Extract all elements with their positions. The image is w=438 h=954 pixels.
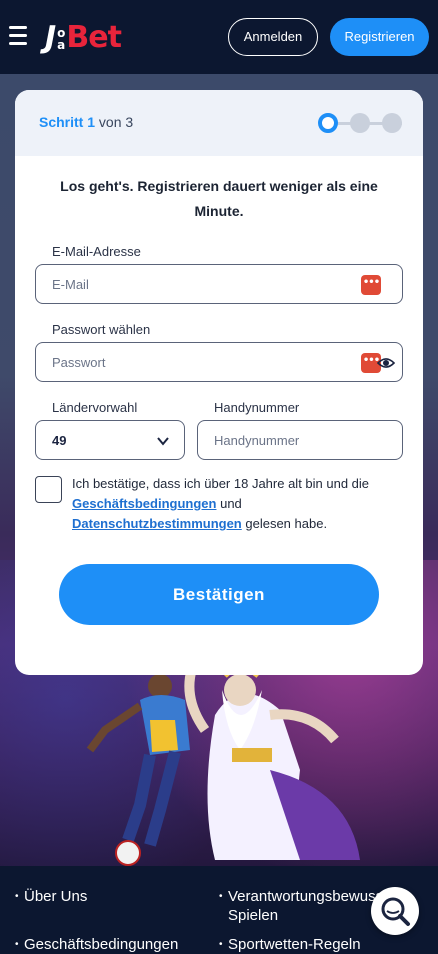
search-chat-icon bbox=[381, 897, 410, 926]
zeus-figure bbox=[184, 658, 360, 860]
terms-checkbox[interactable] bbox=[35, 476, 62, 503]
step-dot-2 bbox=[350, 113, 370, 133]
footer-link-sports-rules[interactable]: Sportwetten-Regeln bbox=[219, 935, 361, 954]
password-placeholder: Passwort bbox=[52, 355, 106, 370]
country-code-value: 49 bbox=[52, 433, 67, 448]
confirm-button[interactable]: Bestätigen bbox=[59, 564, 379, 625]
chat-button[interactable] bbox=[371, 887, 419, 935]
hamburger-icon[interactable] bbox=[9, 26, 27, 46]
login-button[interactable]: Anmelden bbox=[228, 18, 318, 56]
footer-link-about[interactable]: Über Uns bbox=[15, 887, 87, 906]
terms-middle: und bbox=[220, 496, 242, 511]
registration-card: Schritt 1 von 3 Los geht's. Registrieren… bbox=[15, 90, 423, 675]
eye-icon[interactable] bbox=[377, 354, 395, 372]
footer-link-terms[interactable]: Geschäftsbedingungen bbox=[15, 935, 178, 954]
football-player-figure bbox=[86, 674, 190, 866]
step-counter: Schritt 1 von 3 bbox=[39, 114, 133, 130]
terms-prefix: Ich bestätige, dass ich über 18 Jahre al… bbox=[72, 476, 370, 491]
intro-text: Los geht's. Registrieren dauert weniger … bbox=[60, 178, 378, 219]
country-code-label: Ländervorwahl bbox=[52, 400, 138, 415]
footer-link-responsible-line2[interactable]: Spielen bbox=[228, 906, 278, 925]
step-of-text: von 3 bbox=[98, 114, 134, 130]
password-label: Passwort wählen bbox=[52, 322, 151, 337]
top-header: J oa Bet Anmelden Registrieren bbox=[0, 0, 438, 74]
chevron-down-icon bbox=[157, 437, 169, 446]
phone-field[interactable]: Handynummer bbox=[197, 420, 403, 460]
email-field[interactable]: E-Mail ••• bbox=[35, 264, 403, 304]
phone-label: Handynummer bbox=[214, 400, 300, 415]
step-dot-1 bbox=[318, 113, 338, 133]
brand-logo[interactable]: J oa Bet bbox=[45, 19, 122, 53]
terms-suffix: gelesen habe. bbox=[245, 516, 328, 531]
phone-placeholder: Handynummer bbox=[214, 433, 300, 448]
step-word: Schritt bbox=[39, 114, 84, 130]
terms-text: Ich bestätige, dass ich über 18 Jahre al… bbox=[72, 474, 372, 534]
password-dots-icon[interactable]: ••• bbox=[361, 275, 381, 295]
password-field[interactable]: Passwort ••• bbox=[35, 342, 403, 382]
country-code-select[interactable]: 49 bbox=[35, 420, 185, 460]
step-current: 1 bbox=[87, 114, 96, 130]
email-label: E-Mail-Adresse bbox=[52, 244, 141, 259]
terms-link[interactable]: Geschäftsbedingungen bbox=[72, 496, 216, 511]
step-indicator-bar: Schritt 1 von 3 bbox=[15, 90, 423, 156]
privacy-link[interactable]: Datenschutzbestimmungen bbox=[72, 516, 242, 531]
email-placeholder: E-Mail bbox=[52, 277, 89, 292]
register-button[interactable]: Registrieren bbox=[330, 18, 429, 56]
step-dot-3 bbox=[382, 113, 402, 133]
